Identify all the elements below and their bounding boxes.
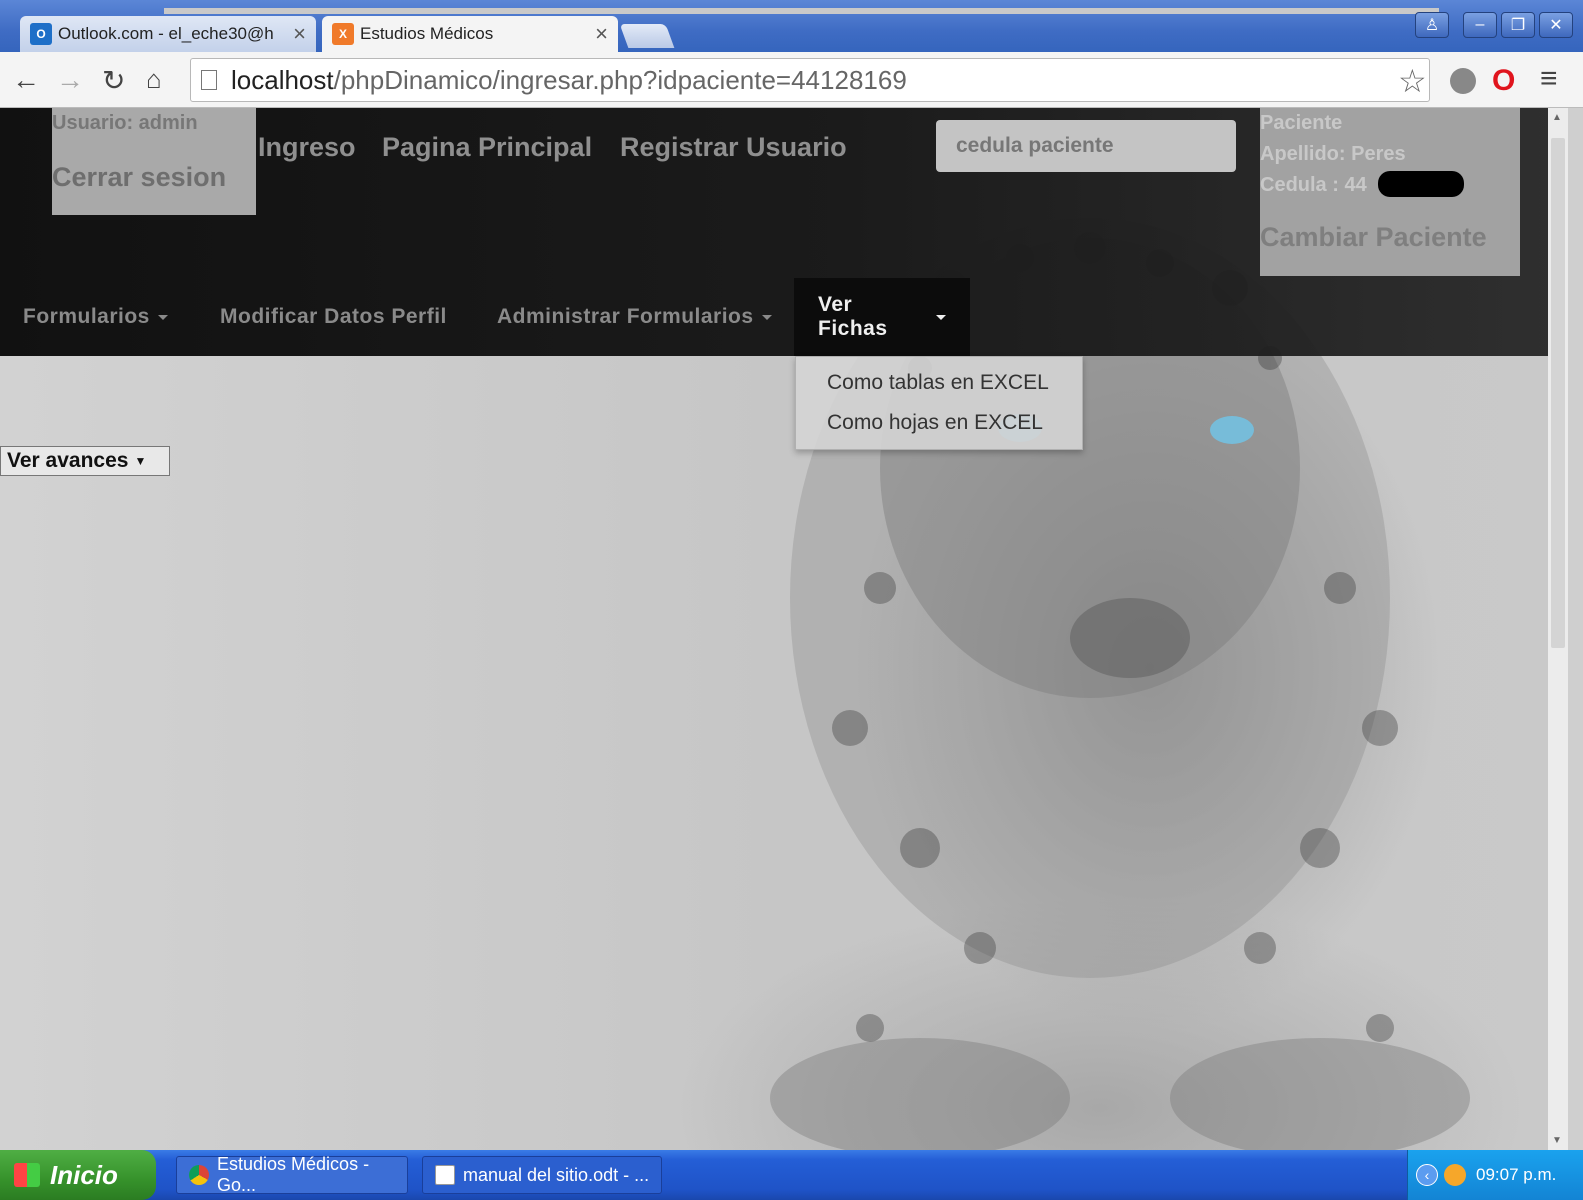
tabstrip-divider [164, 8, 1439, 14]
close-icon[interactable]: × [293, 21, 306, 47]
window-controls: ♙ – ❐ ✕ [1415, 12, 1573, 38]
patient-title: Paciente [1260, 112, 1343, 134]
scroll-down-icon[interactable]: ▼ [1552, 1135, 1562, 1146]
tab-estudios-medicos[interactable]: X Estudios Médicos × [322, 16, 618, 52]
page-scrollbar[interactable]: ▲ ▼ [1548, 108, 1568, 1150]
nav-label: Ver Fichas [818, 293, 888, 340]
chevron-left-icon[interactable]: ‹ [1416, 1164, 1438, 1186]
page-viewport: Usuario: admin Cerrar sesion Ingreso Pag… [0, 108, 1568, 1150]
opera-tray-icon[interactable] [1444, 1164, 1466, 1186]
taskbar-item-document[interactable]: manual del sitio.odt - ... [422, 1156, 662, 1194]
clock: 09:07 p.m. [1476, 1165, 1557, 1184]
tab-title: Estudios Médicos [360, 24, 494, 43]
windows-taskbar: Inicio Estudios Médicos - Go... manual d… [0, 1150, 1583, 1200]
minimize-icon[interactable]: – [1463, 12, 1497, 38]
restore-icon[interactable]: ❐ [1501, 12, 1535, 38]
taskbar-item-chrome[interactable]: Estudios Médicos - Go... [176, 1154, 408, 1195]
page-icon [201, 70, 217, 90]
forward-icon[interactable]: → [56, 64, 84, 96]
scroll-up-icon[interactable]: ▲ [1552, 112, 1562, 123]
scroll-thumb[interactable] [1551, 138, 1565, 648]
caret-down-icon [157, 314, 168, 320]
nav-modificar-datos-perfil[interactable]: Modificar Datos Perfil [220, 278, 447, 356]
main-navbar: Formularios Modificar Datos Perfil Admin… [0, 278, 1548, 356]
logout-link[interactable]: Cerrar sesion [52, 162, 226, 193]
tab-outlook[interactable]: O Outlook.com - el_eche30@h × [20, 16, 316, 52]
extension-cube-icon[interactable] [1450, 68, 1476, 94]
nav-label: Modificar Datos Perfil [220, 305, 447, 328]
nav-administrar-formularios[interactable]: Administrar Formularios [497, 278, 772, 356]
user-panel: Usuario: admin Cerrar sesion [52, 108, 256, 215]
site-header: Usuario: admin Cerrar sesion Ingreso Pag… [0, 108, 1548, 356]
patient-apellido: Apellido: Peres [1260, 143, 1406, 165]
nav-link-ingreso[interactable]: Ingreso [258, 132, 356, 163]
ver-fichas-dropdown: Como tablas en EXCEL Como hojas en EXCEL [795, 356, 1083, 450]
patient-cedula: Cedula : 44 [1260, 174, 1367, 196]
user-label: Usuario: admin [52, 112, 198, 134]
caret-down-icon [936, 314, 946, 320]
browser-toolbar: ← → ↻ ⌂ localhost/phpDinamico/ingresar.p… [0, 52, 1583, 108]
document-icon [435, 1165, 455, 1185]
change-patient-link[interactable]: Cambiar Paciente [1260, 222, 1487, 253]
redaction-mark [1378, 171, 1464, 197]
close-icon[interactable]: × [595, 21, 608, 47]
caret-down-icon [761, 314, 772, 320]
opera-icon[interactable]: O [1492, 64, 1515, 98]
xampp-icon: X [332, 23, 354, 45]
menu-icon[interactable]: ≡ [1540, 62, 1558, 96]
dropdown-item-tablas-excel[interactable]: Como tablas en EXCEL [827, 371, 1049, 395]
patient-panel: Paciente Apellido: Peres Cedula : 44 Cam… [1260, 108, 1520, 276]
url-host: localhost [231, 64, 334, 95]
bookmark-star-icon[interactable]: ☆ [1398, 62, 1427, 100]
nav-formularios[interactable]: Formularios [23, 278, 168, 356]
back-icon[interactable]: ← [12, 64, 40, 96]
outlook-icon: O [30, 23, 52, 45]
new-tab-button[interactable] [619, 24, 675, 48]
close-window-icon[interactable]: ✕ [1539, 12, 1573, 38]
taskbar-item-label: Estudios Médicos - Go... [217, 1154, 370, 1195]
nav-label: Formularios [23, 305, 150, 328]
avances-label: Ver avances [7, 449, 129, 472]
nav-link-registrar-usuario[interactable]: Registrar Usuario [620, 132, 847, 163]
system-tray: ‹ 09:07 p.m. [1407, 1150, 1583, 1200]
nav-label: Administrar Formularios [497, 305, 754, 328]
tab-title: Outlook.com - el_eche30@h [58, 24, 274, 43]
nav-link-pagina-principal[interactable]: Pagina Principal [382, 132, 592, 163]
taskbar-item-label: manual del sitio.odt - ... [463, 1164, 650, 1185]
cedula-search-input[interactable] [936, 120, 1236, 172]
windows-flag-icon [14, 1163, 40, 1187]
start-button[interactable]: Inicio [0, 1150, 156, 1200]
dropdown-arrow-icon: ▼ [134, 454, 147, 469]
ver-avances-select[interactable]: Ver avances ▼ [0, 446, 170, 476]
browser-tabstrip: O Outlook.com - el_eche30@h × X Estudios… [0, 0, 1583, 52]
user-icon[interactable]: ♙ [1415, 12, 1449, 38]
start-label: Inicio [50, 1159, 118, 1190]
chrome-icon [189, 1165, 209, 1185]
url-path: /phpDinamico/ingresar.php?idpaciente=441… [333, 64, 907, 95]
dropdown-item-hojas-excel[interactable]: Como hojas en EXCEL [827, 411, 1043, 435]
address-bar[interactable]: localhost/phpDinamico/ingresar.php?idpac… [190, 58, 1430, 102]
reload-icon[interactable]: ↻ [102, 64, 125, 97]
home-icon[interactable]: ⌂ [146, 64, 162, 95]
nav-ver-fichas[interactable]: Ver Fichas [794, 278, 970, 356]
